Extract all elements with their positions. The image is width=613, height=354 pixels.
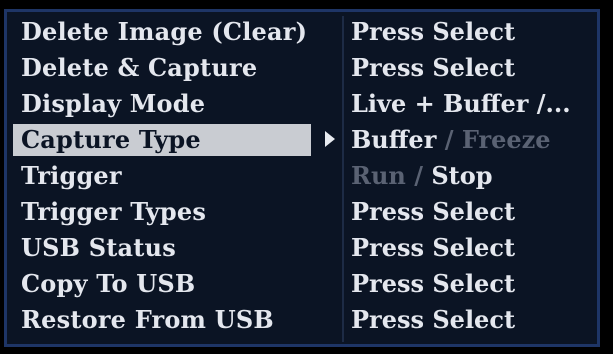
- menu-value-capture-type[interactable]: Buffer / Freeze: [351, 124, 551, 156]
- menu-label-delete-capture[interactable]: Delete & Capture: [13, 52, 257, 84]
- menu-row-usb-status[interactable]: USB Status Press Select: [7, 232, 597, 266]
- menu-row-restore-from-usb[interactable]: Restore From USB Press Select: [7, 304, 597, 338]
- option-separator: /: [405, 161, 432, 190]
- menu-label-trigger-types[interactable]: Trigger Types: [13, 196, 206, 228]
- option-separator: /: [436, 125, 462, 154]
- menu-value-trigger-types[interactable]: Press Select: [351, 196, 515, 228]
- menu-label-display-mode[interactable]: Display Mode: [13, 88, 205, 120]
- capture-menu: Delete Image (Clear) Press Select Delete…: [4, 9, 600, 347]
- menu-row-delete-capture[interactable]: Delete & Capture Press Select: [7, 52, 597, 86]
- menu-value-restore-from-usb[interactable]: Press Select: [351, 304, 515, 336]
- menu-label-delete-image[interactable]: Delete Image (Clear): [13, 16, 307, 48]
- screen: Delete Image (Clear) Press Select Delete…: [0, 0, 613, 354]
- menu-value-usb-status[interactable]: Press Select: [351, 232, 515, 264]
- menu-row-delete-image[interactable]: Delete Image (Clear) Press Select: [7, 16, 597, 50]
- option-stop[interactable]: Stop: [431, 161, 492, 190]
- menu-label-usb-status[interactable]: USB Status: [13, 232, 176, 264]
- menu-label-restore-from-usb[interactable]: Restore From USB: [13, 304, 274, 336]
- menu-value-delete-image[interactable]: Press Select: [351, 16, 515, 48]
- menu-value-copy-to-usb[interactable]: Press Select: [351, 268, 515, 300]
- menu-row-capture-type[interactable]: Capture Type Buffer / Freeze: [7, 124, 597, 158]
- menu-row-trigger-types[interactable]: Trigger Types Press Select: [7, 196, 597, 230]
- option-freeze[interactable]: Freeze: [462, 125, 551, 154]
- option-buffer[interactable]: Buffer: [351, 125, 436, 154]
- menu-value-delete-capture[interactable]: Press Select: [351, 52, 515, 84]
- menu-row-display-mode[interactable]: Display Mode Live + Buffer /...: [7, 88, 597, 122]
- menu-label-trigger[interactable]: Trigger: [13, 160, 122, 192]
- menu-row-trigger[interactable]: Trigger Run / Stop: [7, 160, 597, 194]
- menu-value-display-mode[interactable]: Live + Buffer /...: [351, 88, 571, 120]
- menu-label-capture-type[interactable]: Capture Type: [13, 124, 311, 156]
- menu-value-trigger[interactable]: Run / Stop: [351, 160, 493, 192]
- submenu-arrow-icon: [325, 131, 335, 147]
- menu-row-copy-to-usb[interactable]: Copy To USB Press Select: [7, 268, 597, 302]
- option-run[interactable]: Run: [351, 161, 406, 190]
- menu-label-copy-to-usb[interactable]: Copy To USB: [13, 268, 195, 300]
